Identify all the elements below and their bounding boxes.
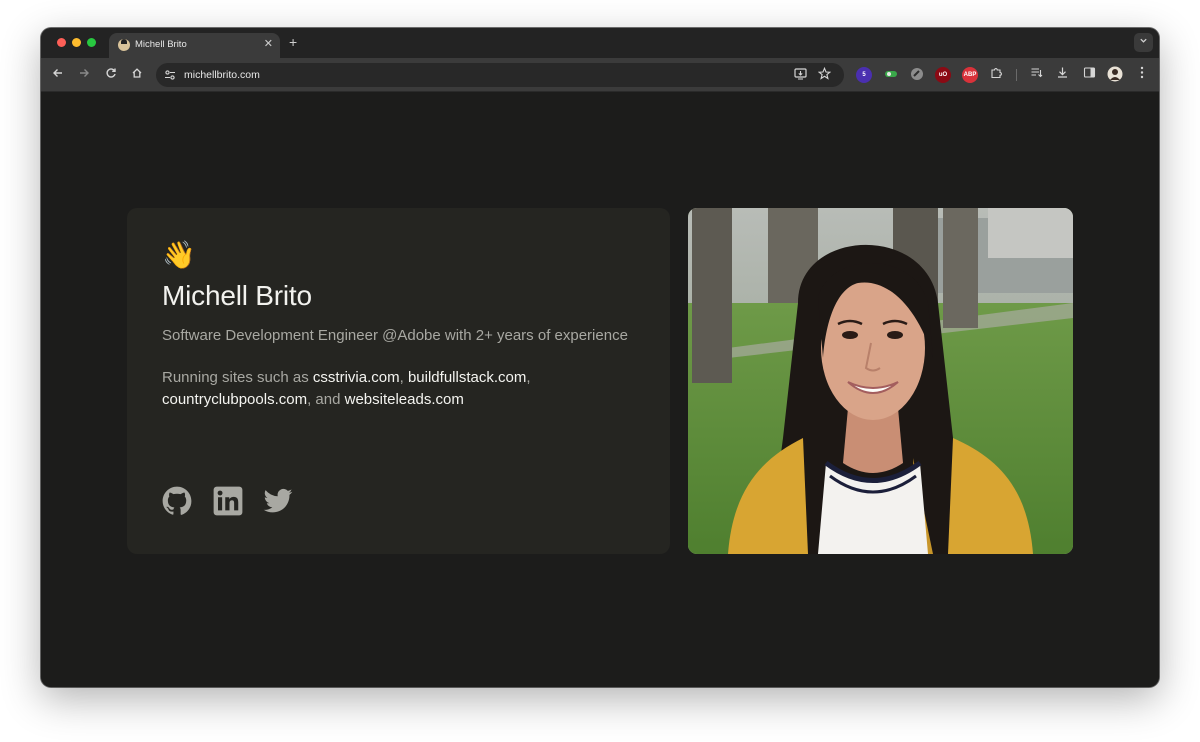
chevron-down-icon xyxy=(1140,38,1147,43)
install-app-icon[interactable] xyxy=(792,67,808,83)
site-link-buildfullstack[interactable]: buildfullstack.com xyxy=(408,369,526,386)
ublock-label: uO xyxy=(938,72,948,78)
adblock-plus-icon[interactable]: ABP xyxy=(962,67,978,83)
ublock-origin-icon[interactable]: uO xyxy=(935,67,951,83)
intro-card: 👋 Michell Brito Software Development Eng… xyxy=(127,208,670,554)
close-window-button[interactable] xyxy=(57,38,66,47)
separator: , xyxy=(526,369,531,386)
profile-avatar[interactable] xyxy=(1106,66,1124,84)
running-sites-text: Running sites such as csstrivia.com, bui… xyxy=(162,367,632,411)
extensions-puzzle-icon[interactable] xyxy=(987,66,1005,84)
reload-icon xyxy=(106,68,116,78)
minimize-window-button[interactable] xyxy=(72,38,81,47)
url-text[interactable]: michellbrito.com xyxy=(184,69,260,81)
favicon-icon xyxy=(118,39,130,51)
toolbar-divider xyxy=(1016,69,1017,81)
role-description: Software Development Engineer @Adobe wit… xyxy=(162,327,628,344)
arrow-left-icon xyxy=(53,69,62,77)
new-tab-button[interactable]: + xyxy=(289,34,297,50)
extension-green-icon[interactable] xyxy=(883,67,899,83)
extension-badge-count: 5 xyxy=(862,72,866,78)
tab-michell-brito[interactable]: Michell Brito ✕ xyxy=(109,33,280,58)
home-button[interactable] xyxy=(128,66,146,84)
extension-dark-icon[interactable] xyxy=(909,67,925,83)
extension-badge-icon[interactable]: 5 xyxy=(856,67,872,83)
waving-hand-icon: 👋 xyxy=(162,240,196,270)
page-title: Michell Brito xyxy=(162,280,312,311)
address-bar[interactable]: michellbrito.com xyxy=(156,63,844,87)
reload-button[interactable] xyxy=(102,66,120,84)
maximize-window-button[interactable] xyxy=(87,38,96,47)
site-link-websiteleads[interactable]: websiteleads.com xyxy=(345,391,464,408)
github-icon[interactable] xyxy=(162,486,192,516)
twitter-icon[interactable] xyxy=(263,486,293,516)
separator: , xyxy=(399,369,408,386)
side-panel-icon[interactable] xyxy=(1080,66,1098,84)
site-link-countryclubpools[interactable]: countryclubpools.com xyxy=(162,391,307,408)
browser-toolbar: michellbrito.com 5 uO ABP xyxy=(41,58,1159,92)
browser-window: Michell Brito ✕ + michellbrito.com 5 uO … xyxy=(41,28,1159,687)
tab-title: Michell Brito xyxy=(135,39,187,50)
arrow-right-icon xyxy=(80,69,89,77)
running-prefix: Running sites such as xyxy=(162,369,313,386)
tab-close-button[interactable]: ✕ xyxy=(264,37,273,51)
linkedin-icon[interactable] xyxy=(213,486,243,516)
home-icon xyxy=(132,68,142,78)
download-icon[interactable] xyxy=(1053,66,1071,84)
bookmark-star-icon[interactable] xyxy=(816,66,832,83)
tab-bar: Michell Brito ✕ + xyxy=(41,28,1159,58)
site-settings-icon[interactable] xyxy=(164,69,176,81)
back-button[interactable] xyxy=(49,66,67,84)
portrait-image xyxy=(688,208,1073,554)
separator: , and xyxy=(307,391,345,408)
forward-button[interactable] xyxy=(75,66,93,84)
reading-list-icon[interactable] xyxy=(1027,66,1045,84)
tab-search-button[interactable] xyxy=(1134,33,1153,52)
profile-photo xyxy=(688,208,1073,554)
browser-menu-icon[interactable] xyxy=(1133,66,1151,84)
site-link-csstrivia[interactable]: csstrivia.com xyxy=(313,369,400,386)
abp-label: ABP xyxy=(963,72,977,78)
page-content: 👋 Michell Brito Software Development Eng… xyxy=(41,93,1159,687)
